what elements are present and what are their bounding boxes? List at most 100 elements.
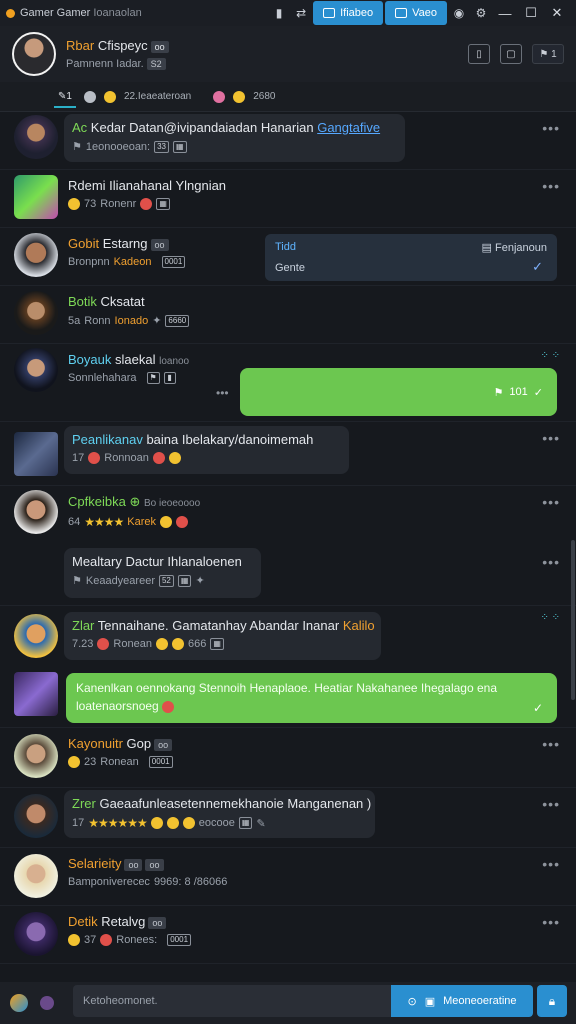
more-icon[interactable]: ••• — [542, 796, 560, 812]
avatar — [14, 175, 58, 219]
list-item[interactable]: Kanenlkan oennokang Stennoih Henaplaoe. … — [0, 666, 576, 728]
smiley-icon — [182, 817, 195, 829]
name-badge: oo — [150, 41, 169, 53]
angry-icon — [100, 934, 113, 946]
smiley-icon — [160, 516, 173, 528]
message-bubble[interactable]: Zrer Gaeaafunleasetennemekhanoie Mangane… — [64, 790, 375, 838]
angry-icon — [97, 638, 110, 650]
window-icon — [323, 8, 336, 18]
avatar — [14, 115, 58, 159]
close-icon[interactable]: ✕ — [544, 5, 570, 21]
smiley-icon — [168, 452, 181, 464]
smiley-icon — [166, 817, 179, 829]
more-icon[interactable]: ••• — [542, 120, 560, 136]
list-item[interactable]: Kayonuitr Gop oo 23 Ronean 0001 ••• — [0, 728, 576, 788]
more-icon[interactable]: ••• — [216, 386, 229, 400]
tab-label[interactable]: 22.Ieaeateroan — [124, 91, 191, 102]
more-icon[interactable]: ••• — [542, 430, 560, 446]
minimize-icon[interactable]: — — [492, 6, 518, 21]
read-check-icon: ✓ — [532, 259, 543, 274]
angry-icon — [152, 452, 165, 464]
message-bubble[interactable]: Zlar Tennaihane. Gamatanhay Abandar Inan… — [64, 612, 381, 660]
send-icon: ⊙ — [407, 995, 417, 1008]
avatar — [14, 672, 58, 716]
list-item[interactable]: Boyauk slaekal loanoo Sonnlehahara ⚑ ▮ •••… — [0, 344, 576, 422]
filter-tabs: ✎1 22.Ieaeateroan 2680 — [0, 82, 576, 112]
avatar — [14, 233, 58, 277]
more-icon[interactable]: ••• — [542, 856, 560, 872]
app-logo-icon — [6, 8, 15, 18]
smiley-icon — [68, 934, 80, 946]
message-bubble[interactable]: Peanlikanav baina Ibelakary/danoimemah 1… — [64, 426, 349, 474]
message-composer: Ketoheomonet. ⊙ ▣ Meoneoeratine 🔒︎ — [0, 982, 576, 1024]
message-bubble[interactable]: Mealtary Dactur Ihlanaloenen ⚑ Keaadyear… — [64, 548, 261, 598]
list-item[interactable]: Zlar Tennaihane. Gamatanhay Abandar Inan… — [0, 606, 576, 666]
window-titlebar: Gamer Gamer Ioanaolan ▮ ⇄ Ifiabeo Vaeo ◉… — [0, 0, 576, 26]
angry-icon — [88, 452, 101, 464]
contact-status: Pamnenn Iadar. S2 — [66, 58, 169, 70]
read-check-icon: ✓ — [532, 701, 543, 715]
more-icon[interactable]: ••• — [542, 736, 560, 752]
tab-pinned[interactable]: ✎1 — [54, 85, 76, 108]
avatar — [14, 794, 58, 838]
info-button[interactable]: ▯ — [468, 44, 490, 64]
avatar — [14, 912, 58, 956]
more-icon[interactable]: ••• — [542, 914, 560, 930]
scrollbar[interactable] — [571, 540, 575, 700]
maximize-icon[interactable]: ☐ — [518, 5, 544, 21]
more-icon[interactable]: ••• — [542, 178, 560, 194]
message-input[interactable]: Ketoheomonet. — [73, 985, 391, 1017]
emoji-icon: ⁘ ⁘ — [540, 350, 560, 361]
list-item[interactable]: Selarieity oo oo Bamponiverecec 9969: 8 /8… — [0, 848, 576, 906]
shuffle-icon[interactable]: ⇄ — [290, 2, 312, 24]
smiley-icon — [68, 198, 80, 210]
message-bubble[interactable]: Ac Kedar Datan@ivipandaiadan Hanarian Ga… — [64, 114, 405, 162]
smiley-icon[interactable] — [103, 90, 116, 103]
message-link[interactable]: Gangtafive — [317, 120, 380, 135]
smiley-icon — [171, 638, 184, 650]
list-item[interactable]: Peanlikanav baina Ibelakary/danoimemah 1… — [0, 422, 576, 486]
list-item[interactable]: Ac Kedar Datan@ivipandaiadan Hanarian Ga… — [0, 112, 576, 170]
copy-button[interactable]: ▢ — [500, 44, 522, 64]
video-toolbar-button[interactable]: Vaeo — [385, 1, 447, 25]
angry-icon — [140, 198, 153, 210]
send-button[interactable]: ⊙ ▣ Meoneoeratine — [391, 985, 533, 1017]
list-item[interactable]: Botik Cksatat 5a Ronn Ionado ✦ 6660 — [0, 286, 576, 344]
smiley-icon[interactable] — [233, 90, 246, 103]
profile-icon[interactable]: ◉ — [448, 2, 470, 24]
outgoing-message[interactable]: Kanenlkan oennokang Stennoih Henaplaoe. … — [66, 673, 557, 723]
list-item[interactable]: Mealtary Dactur Ihlanaloenen ⚑ Keaadyear… — [0, 546, 576, 606]
smiley-icon — [150, 817, 163, 829]
reply-card[interactable]: Tidd ▤ Fenjanoun Gente ✓ — [265, 234, 557, 281]
message-list[interactable]: Ac Kedar Datan@ivipandaiadan Hanarian Ga… — [0, 112, 576, 982]
window-title: Gamer Gamer Ioanaolan — [20, 7, 142, 19]
status-icon[interactable] — [83, 90, 96, 103]
game-button[interactable]: ⚑ 1 — [532, 44, 564, 64]
avatar[interactable] — [12, 32, 56, 76]
smiley-icon — [68, 756, 80, 768]
list-item[interactable]: Zrer Gaeaafunleasetennemekhanoie Mangane… — [0, 788, 576, 848]
heart-icon[interactable] — [213, 90, 226, 103]
avatar — [14, 291, 58, 335]
list-item[interactable]: Cpfkeibka ⊕ Bo ieoeoooo 64 ★★★★ Karek ••• — [0, 486, 576, 546]
more-icon[interactable]: ••• — [542, 554, 560, 570]
angry-icon — [162, 700, 175, 713]
outgoing-message[interactable]: ⚑ 101 ✓ — [240, 368, 557, 416]
avatar — [14, 614, 58, 658]
lock-button[interactable]: 🔒︎ — [537, 985, 567, 1017]
primary-toolbar-button[interactable]: Ifiabeo — [313, 1, 384, 25]
list-item[interactable]: Detik Retalvg oo 37 Ronees: 0001 ••• — [0, 906, 576, 964]
smiley-icon — [155, 638, 168, 650]
attach-icon[interactable] — [10, 994, 28, 1012]
message-title: Rdemi Ilianahanal Ylngnian — [68, 178, 227, 193]
list-item[interactable]: Gobit Estarng oo Bronpnn Kadeon 0001 Tidd ▤… — [0, 228, 576, 286]
pin-icon[interactable]: ▮ — [268, 2, 290, 24]
avatar — [14, 348, 58, 392]
settings-icon[interactable]: ⚙ — [470, 2, 492, 24]
list-item[interactable]: Rdemi Ilianahanal Ylngnian 73 Ronenr ▦ ••… — [0, 170, 576, 228]
avatar — [14, 734, 58, 778]
emoji-icon[interactable] — [40, 996, 54, 1010]
contact-name: Rbar Cfispeyc oo — [66, 38, 169, 53]
more-icon[interactable]: ••• — [542, 494, 560, 510]
avatar — [14, 854, 58, 898]
